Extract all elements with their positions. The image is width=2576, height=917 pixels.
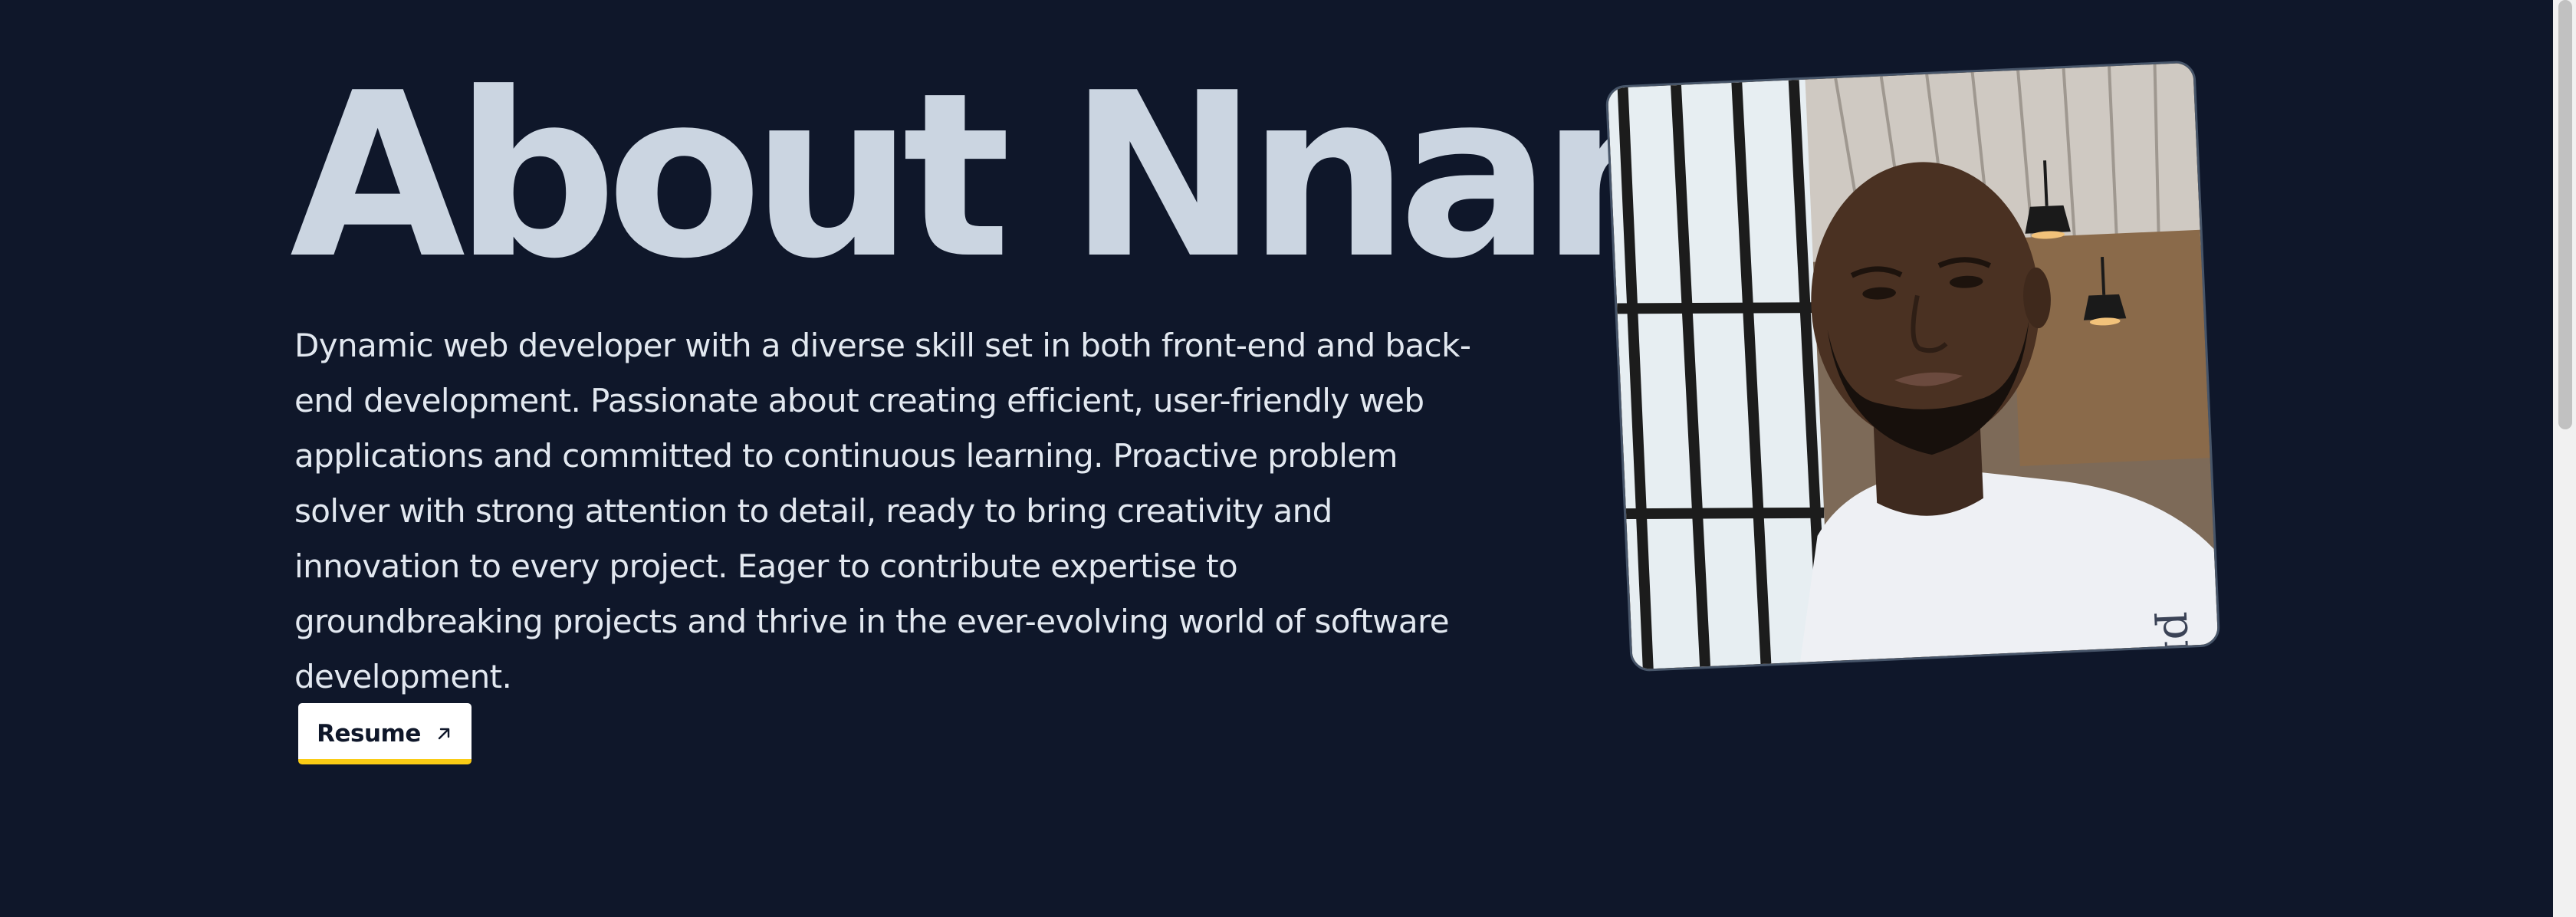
arrow-up-right-icon xyxy=(438,728,450,739)
scrollbar[interactable] xyxy=(2553,0,2576,917)
resume-button-label: Resume xyxy=(317,719,421,748)
shirt-text: pre xyxy=(2153,610,2207,669)
about-section: About Nnamdi Dynamic web developer with … xyxy=(0,0,2576,917)
scrollbar-thumb[interactable] xyxy=(2558,0,2572,429)
resume-button[interactable]: Resume xyxy=(298,703,472,764)
profile-photo: pre xyxy=(1605,60,2221,672)
bio-paragraph: Dynamic web developer with a diverse ski… xyxy=(294,327,1471,695)
